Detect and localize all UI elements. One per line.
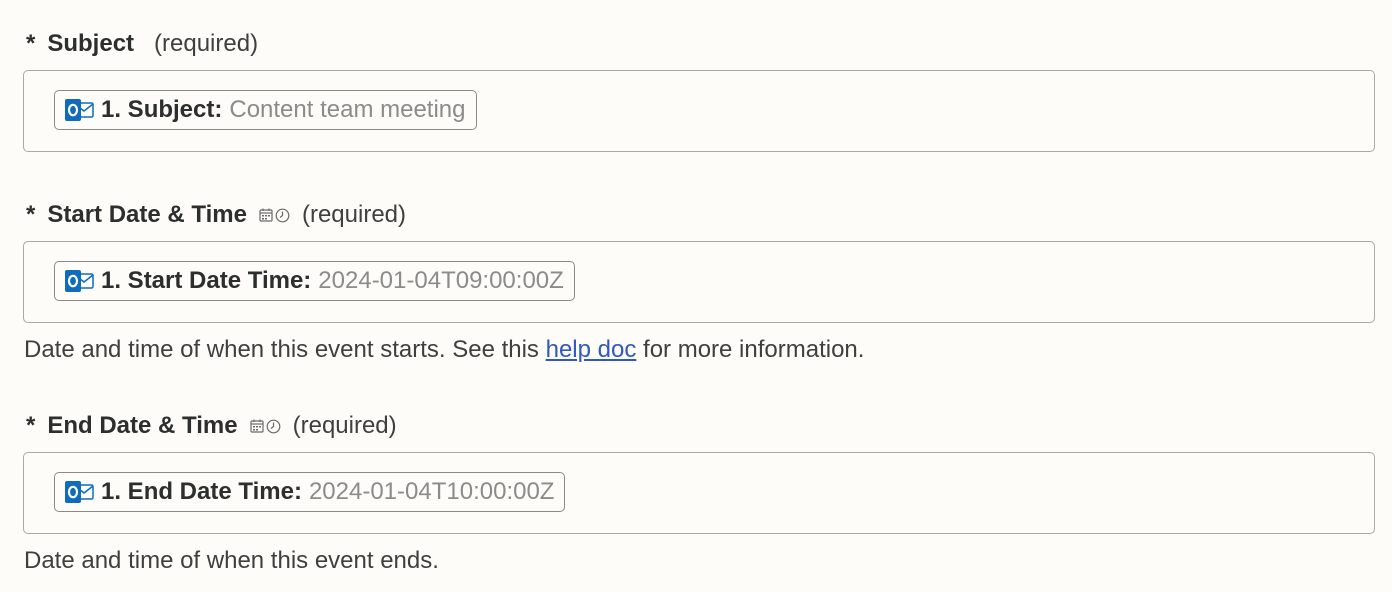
pill-field-value: Content team meeting bbox=[229, 96, 466, 123]
start-datetime-label-row: * Start Date & Time (required) bbox=[23, 200, 1375, 230]
calendar-icon bbox=[250, 419, 264, 433]
start-datetime-mapped-value-pill[interactable]: 1. Start Date Time: 2024-01-04T09:00:00Z bbox=[54, 261, 575, 301]
outlook-icon bbox=[65, 99, 94, 121]
end-datetime-mapped-value-pill[interactable]: 1. End Date Time: 2024-01-04T10:00:00Z bbox=[54, 472, 566, 512]
outlook-icon bbox=[65, 481, 94, 503]
required-indicator: (required) bbox=[301, 201, 407, 228]
help-doc-link[interactable]: help doc bbox=[546, 336, 637, 363]
subject-field: * Subject (required) 1. Subject: Content… bbox=[23, 29, 1375, 152]
start-datetime-input[interactable]: 1. Start Date Time: 2024-01-04T09:00:00Z bbox=[23, 241, 1375, 323]
subject-label-row: * Subject (required) bbox=[23, 29, 1375, 59]
clock-icon bbox=[266, 419, 281, 433]
required-asterisk: * bbox=[26, 201, 36, 228]
outlook-icon bbox=[65, 270, 94, 292]
datetime-type-indicator bbox=[250, 419, 281, 434]
start-datetime-label: Start Date & Time bbox=[47, 201, 247, 228]
pill-field-key: 1. End Date Time: bbox=[101, 478, 302, 505]
start-datetime-field: * Start Date & Time (required) 1. Start … bbox=[23, 200, 1375, 363]
help-text-before: Date and time of when this event starts.… bbox=[24, 336, 546, 363]
pill-field-key: 1. Start Date Time: bbox=[101, 267, 312, 294]
end-datetime-help-text: Date and time of when this event ends. bbox=[24, 547, 439, 575]
calendar-icon bbox=[259, 208, 273, 222]
datetime-type-indicator bbox=[259, 208, 290, 223]
pill-field-value: 2024-01-04T09:00:00Z bbox=[318, 267, 564, 294]
end-datetime-label: End Date & Time bbox=[47, 412, 238, 439]
help-text-after: for more information. bbox=[636, 336, 865, 363]
end-datetime-input[interactable]: 1. End Date Time: 2024-01-04T10:00:00Z bbox=[23, 452, 1375, 534]
subject-mapped-value-pill[interactable]: 1. Subject: Content team meeting bbox=[54, 90, 477, 130]
required-indicator: (required) bbox=[154, 30, 259, 57]
end-datetime-label-row: * End Date & Time (required) bbox=[23, 411, 1375, 441]
required-asterisk: * bbox=[26, 30, 36, 57]
pill-field-value: 2024-01-04T10:00:00Z bbox=[308, 478, 555, 505]
pill-field-key: 1. Subject: bbox=[101, 96, 223, 123]
required-asterisk: * bbox=[26, 412, 36, 439]
required-indicator: (required) bbox=[292, 412, 397, 439]
subject-input[interactable]: 1. Subject: Content team meeting bbox=[23, 70, 1375, 152]
clock-icon bbox=[275, 208, 290, 222]
end-datetime-field: * End Date & Time (required) 1. End Date… bbox=[23, 411, 1375, 574]
help-text: Date and time of when this event ends. bbox=[24, 547, 439, 574]
subject-label: Subject bbox=[47, 30, 135, 57]
start-datetime-help-text: Date and time of when this event starts.… bbox=[24, 336, 864, 364]
